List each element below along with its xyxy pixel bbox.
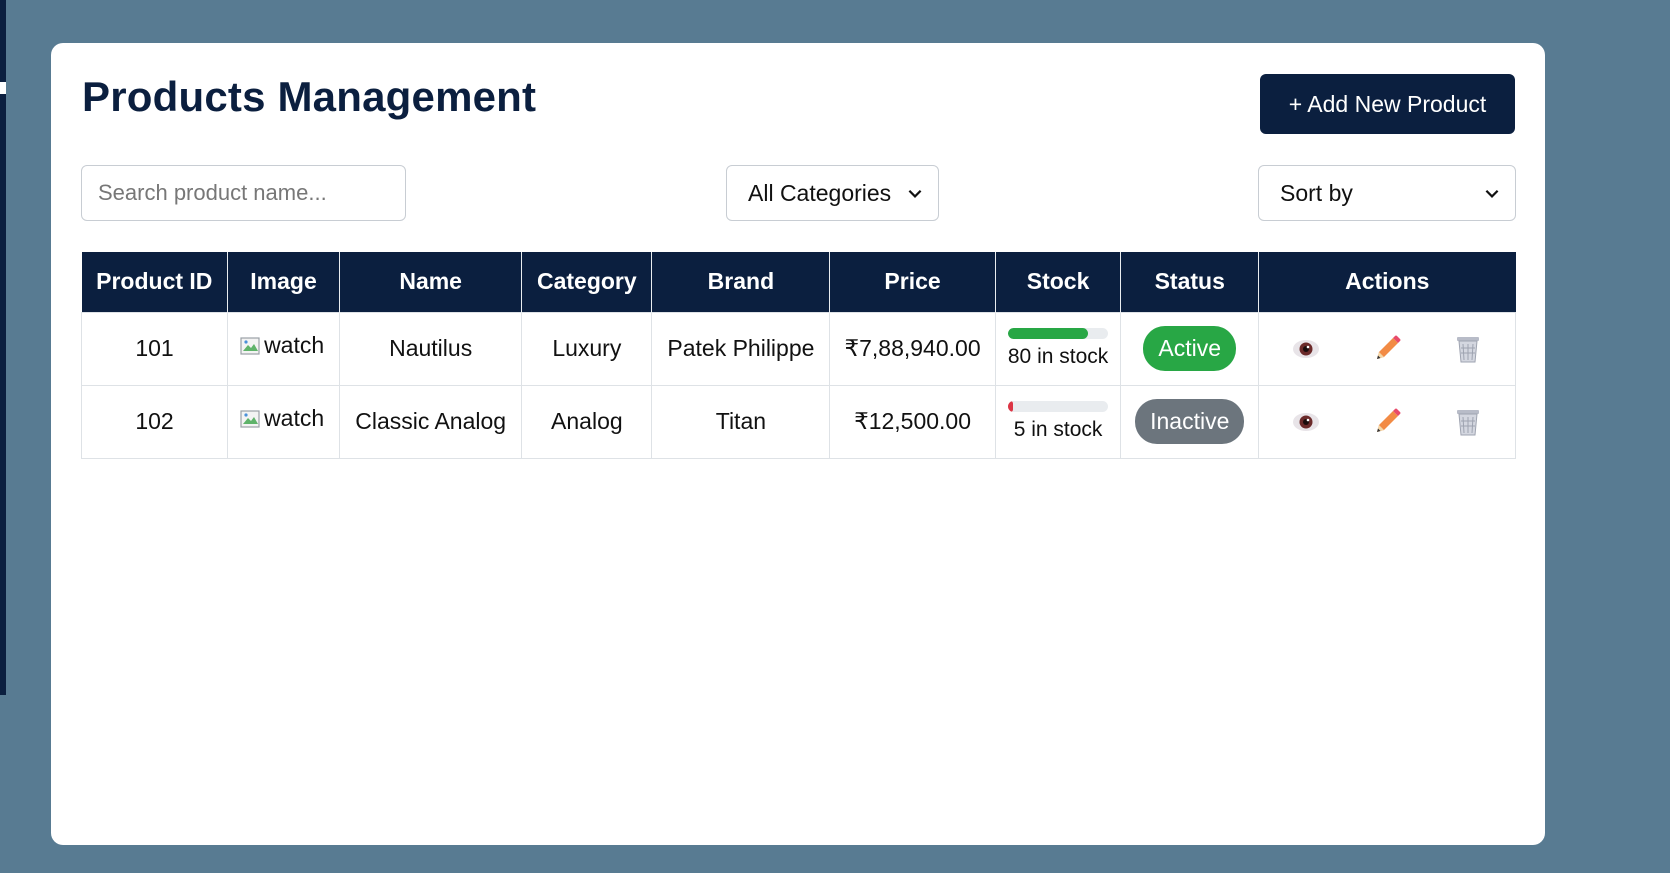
trash-icon (1457, 336, 1480, 362)
background-window-gap (0, 82, 6, 94)
product-id-cell: 101 (80, 311, 229, 386)
stock-text: 5 in stock (1013, 418, 1103, 441)
search-input[interactable] (81, 165, 406, 221)
actions-cell (1258, 384, 1516, 459)
chevron-down-icon (1485, 189, 1499, 198)
stock-progress-bar (1008, 401, 1109, 412)
view-button[interactable] (1288, 331, 1324, 367)
category-cell: Analog (521, 384, 653, 459)
page-title: Products Management (82, 73, 537, 120)
broken-image-icon (240, 410, 260, 428)
column-header-status[interactable]: Status (1120, 252, 1259, 312)
edit-button[interactable] (1369, 404, 1405, 440)
delete-button[interactable] (1450, 331, 1486, 367)
name-cell: Classic Analog (338, 384, 523, 459)
product-image: watch (240, 332, 324, 359)
edit-button[interactable] (1369, 331, 1405, 367)
view-button[interactable] (1288, 404, 1324, 440)
add-new-product-button[interactable]: + Add New Product (1260, 74, 1515, 134)
stock-progress-fill (1008, 401, 1014, 412)
brand-cell: Titan (651, 384, 831, 459)
sort-select-value: Sort by (1280, 179, 1353, 206)
stock-text: 80 in stock (1007, 345, 1109, 368)
chevron-down-icon (908, 189, 922, 198)
image-cell: watch (227, 384, 340, 459)
products-card: Products Management + Add New Product Al… (51, 43, 1545, 845)
stock-progress-bar (1008, 328, 1109, 339)
products-table: Product ID Image Name Category Brand Pri… (80, 252, 1516, 459)
eye-icon (1292, 339, 1319, 358)
price-cell: ₹7,88,940.00 (829, 311, 996, 386)
column-header-product-id[interactable]: Product ID (81, 252, 228, 312)
table-row: 101 watch Nautilus Luxury Patek Philippe… (80, 311, 1516, 386)
column-header-price[interactable]: Price (829, 252, 996, 312)
column-header-name[interactable]: Name (338, 252, 522, 312)
status-cell: Active (1120, 311, 1259, 386)
price-cell: ₹12,500.00 (829, 384, 996, 459)
sort-select[interactable]: Sort by (1258, 165, 1516, 221)
image-alt-text: watch (264, 332, 325, 358)
stock-progress-fill (1008, 328, 1089, 339)
column-header-actions: Actions (1258, 252, 1516, 312)
category-select-value: All Categories (748, 179, 892, 206)
column-header-stock[interactable]: Stock (994, 252, 1121, 312)
actions-cell (1258, 311, 1516, 386)
stock-cell: 80 in stock (994, 311, 1122, 386)
column-header-image[interactable]: Image (227, 252, 340, 312)
trash-icon (1457, 409, 1480, 435)
column-header-category[interactable]: Category (521, 252, 652, 312)
status-badge: Inactive (1135, 399, 1245, 444)
image-cell: watch (227, 311, 340, 386)
background-window-edge (0, 0, 6, 695)
column-header-brand[interactable]: Brand (651, 252, 830, 312)
product-id-cell: 102 (80, 384, 229, 459)
broken-image-icon (240, 337, 260, 355)
table-header-row: Product ID Image Name Category Brand Pri… (81, 252, 1516, 312)
category-select[interactable]: All Categories (726, 165, 939, 221)
category-cell: Luxury (521, 311, 653, 386)
status-cell: Inactive (1120, 384, 1259, 459)
image-alt-text: watch (264, 405, 325, 431)
name-cell: Nautilus (338, 311, 523, 386)
table-row: 102 watch Classic Analog Analog Titan ₹1… (80, 384, 1516, 459)
eye-icon (1292, 412, 1319, 431)
stock-cell: 5 in stock (994, 384, 1122, 459)
product-image: watch (240, 405, 324, 432)
pencil-icon (1376, 408, 1401, 432)
delete-button[interactable] (1450, 404, 1486, 440)
status-badge: Active (1143, 326, 1237, 371)
brand-cell: Patek Philippe (651, 311, 831, 386)
pencil-icon (1376, 335, 1401, 359)
